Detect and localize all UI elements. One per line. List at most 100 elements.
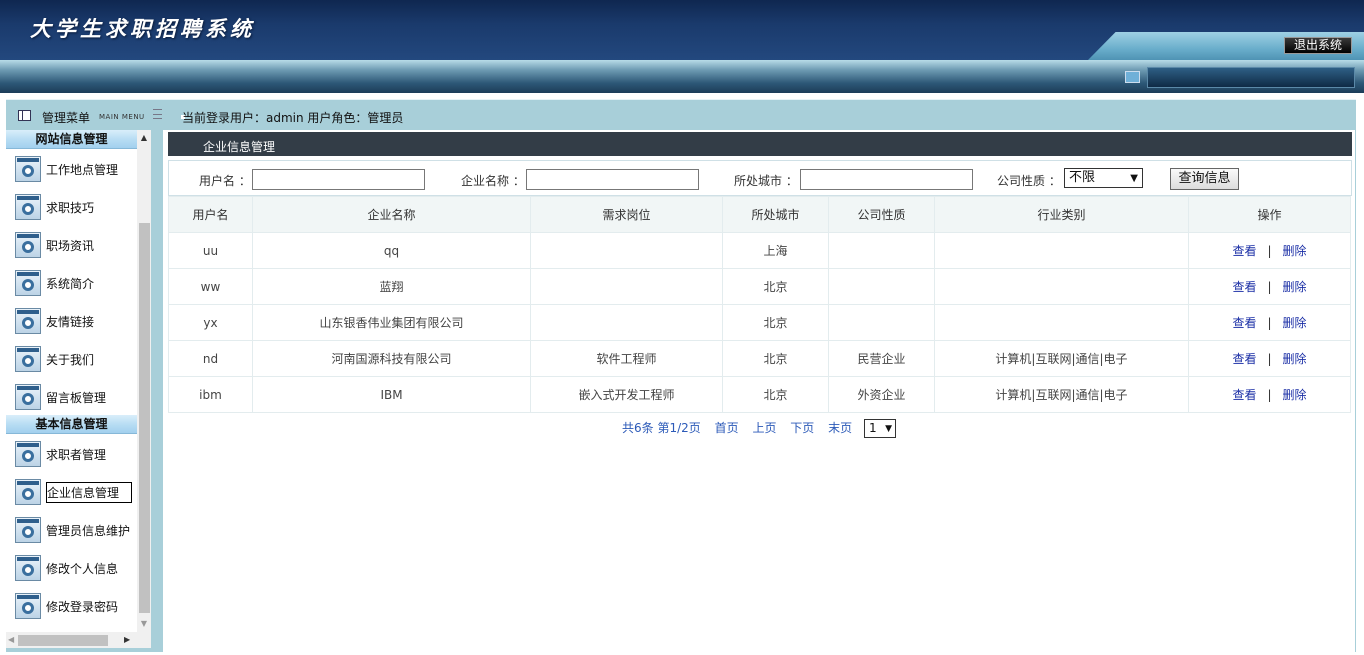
sidebar-item-label: 求职者管理 <box>46 448 107 462</box>
view-link[interactable]: 查看 <box>1232 388 1256 402</box>
scroll-thumb-horizontal[interactable] <box>18 635 108 646</box>
sidebar-item-label: 职场资讯 <box>46 239 95 253</box>
menu-group-title[interactable]: 网站信息管理 <box>6 130 137 149</box>
system-title: 大学生求职招聘系统 <box>30 16 255 41</box>
logout-button[interactable]: 退出系统 <box>1284 37 1352 54</box>
sidebar-item[interactable]: 求职者管理 <box>6 434 137 472</box>
delete-link[interactable]: 删除 <box>1283 280 1307 294</box>
view-link[interactable]: 查看 <box>1232 316 1256 330</box>
search-button[interactable]: 查询信息 <box>1170 168 1239 190</box>
cell-nature <box>828 268 935 305</box>
app-header: 大学生求职招聘系统 退出系统 <box>0 0 1364 60</box>
scroll-right-icon[interactable]: ▶ <box>124 632 130 648</box>
menu-subtitle: MAIN MENU <box>99 113 145 121</box>
column-header: 所处城市 <box>722 196 829 233</box>
settings-gear-icon <box>15 308 41 334</box>
sidebar-item-label: 修改登录密码 <box>46 600 119 614</box>
current-user-info: 当前登录用户：admin 用户角色：管理员 <box>182 111 404 125</box>
sidebar-item[interactable]: 留言板管理 <box>6 377 137 415</box>
settings-gear-icon <box>15 156 41 182</box>
action-separator: | <box>1267 352 1272 366</box>
settings-gear-icon <box>15 517 41 543</box>
sidebar-item-label: 关于我们 <box>46 353 95 367</box>
city-input[interactable] <box>800 169 973 190</box>
panel-title: 企业信息管理 <box>168 132 1352 156</box>
scroll-up-icon[interactable]: ▲ <box>137 130 151 146</box>
sidebar-item[interactable]: 修改登录密码 <box>6 586 137 624</box>
cell-actions: 查看 | 删除 <box>1188 232 1351 269</box>
cell-industry: 计算机|互联网|通信|电子 <box>934 376 1189 413</box>
cell-actions: 查看 | 删除 <box>1188 268 1351 305</box>
chevron-down-icon: ▼ <box>1130 173 1138 184</box>
cell-nature <box>828 232 935 269</box>
cell-company: 蓝翔 <box>252 268 531 305</box>
settings-gear-icon <box>15 346 41 372</box>
company-nature-select[interactable]: 不限 ▼ <box>1064 168 1143 188</box>
menu-title: 管理菜单 <box>42 111 91 125</box>
sidebar-item-label: 留言板管理 <box>46 391 107 405</box>
cell-user: nd <box>168 340 253 377</box>
view-link[interactable]: 查看 <box>1232 244 1256 258</box>
city-label: 所处城市 ： <box>734 174 798 188</box>
table-body: uu qq 上海 查看 | 删除 ww 蓝翔 北京 查看 | 删除 yx 山东银香伟业集团有限公司 北京 查看… <box>168 232 1351 413</box>
monitor-icon <box>1125 71 1140 83</box>
last-page-link[interactable]: 末页 <box>828 421 852 435</box>
cell-position: 软件工程师 <box>530 340 723 377</box>
sidebar-item-label: 系统简介 <box>46 277 95 291</box>
delete-link[interactable]: 删除 <box>1283 316 1307 330</box>
first-page-link[interactable]: 首页 <box>715 421 739 435</box>
sidebar-item-label: 求职技巧 <box>46 201 95 215</box>
cell-actions: 查看 | 删除 <box>1188 376 1351 413</box>
sidebar-item[interactable]: 系统简介 <box>6 263 137 301</box>
cell-company: 山东银香伟业集团有限公司 <box>252 304 531 341</box>
table-row: uu qq 上海 查看 | 删除 <box>168 232 1351 269</box>
company-name-input[interactable] <box>526 169 699 190</box>
column-header: 企业名称 <box>252 196 531 233</box>
page-select[interactable]: 1 ▼ <box>864 419 896 438</box>
action-separator: | <box>1267 316 1272 330</box>
delete-link[interactable]: 删除 <box>1283 388 1307 402</box>
action-separator: | <box>1267 280 1272 294</box>
scroll-left-icon[interactable]: ◀ <box>8 632 14 648</box>
cell-user: ww <box>168 268 253 305</box>
menu-header: 管理菜单 MAIN MENU <box>6 100 164 130</box>
view-link[interactable]: 查看 <box>1232 352 1256 366</box>
scroll-thumb[interactable] <box>139 223 150 613</box>
view-link[interactable]: 查看 <box>1232 280 1256 294</box>
sidebar-horizontal-scrollbar[interactable]: ◀ ▶ <box>6 632 151 648</box>
cell-actions: 查看 | 删除 <box>1188 304 1351 341</box>
sidebar-item-label: 工作地点管理 <box>46 163 119 177</box>
content-area: 企业信息管理 用户名 ： 企业名称 ： 所处城市 ： 公司性质 ： 不限 ▼ 查… <box>163 130 1355 652</box>
sidebar-item-label: 企业信息管理 <box>46 482 133 503</box>
cell-city: 上海 <box>722 232 829 269</box>
prev-page-link[interactable]: 上页 <box>752 421 776 435</box>
next-page-link[interactable]: 下页 <box>790 421 814 435</box>
settings-gear-icon <box>15 441 41 467</box>
username-input[interactable] <box>252 169 425 190</box>
cell-user: yx <box>168 304 253 341</box>
sidebar-item[interactable]: 修改个人信息 <box>6 548 137 586</box>
scroll-down-icon[interactable]: ▼ <box>137 616 151 632</box>
cell-position <box>530 268 723 305</box>
settings-gear-icon <box>15 593 41 619</box>
sidebar-vertical-scrollbar[interactable]: ▲ ▼ <box>137 130 151 632</box>
sidebar-item[interactable]: 工作地点管理 <box>6 149 137 187</box>
menu-group-title[interactable]: 基本信息管理 <box>6 415 137 434</box>
company-table: 用户名 企业名称 需求岗位 所处城市 公司性质 行业类别 操作 uu qq 上海 查看 | 删除 ww 蓝… <box>168 196 1351 413</box>
sidebar-item[interactable]: 职场资讯 <box>6 225 137 263</box>
collapse-menu-icon[interactable] <box>153 109 162 119</box>
sidebar-item[interactable]: 求职技巧 <box>6 187 137 225</box>
toolbar-panel <box>1147 67 1355 88</box>
delete-link[interactable]: 删除 <box>1283 244 1307 258</box>
cell-industry <box>934 232 1189 269</box>
cell-company: IBM <box>252 376 531 413</box>
cell-company: 河南国源科技有限公司 <box>252 340 531 377</box>
column-header: 公司性质 <box>828 196 935 233</box>
sidebar-item[interactable]: 管理员信息维护 <box>6 510 137 548</box>
sidebar-item[interactable]: 关于我们 <box>6 339 137 377</box>
action-separator: | <box>1267 244 1272 258</box>
column-header: 需求岗位 <box>530 196 723 233</box>
delete-link[interactable]: 删除 <box>1283 352 1307 366</box>
sidebar-item[interactable]: 友情链接 <box>6 301 137 339</box>
sidebar-item[interactable]: 企业信息管理 <box>6 472 137 510</box>
